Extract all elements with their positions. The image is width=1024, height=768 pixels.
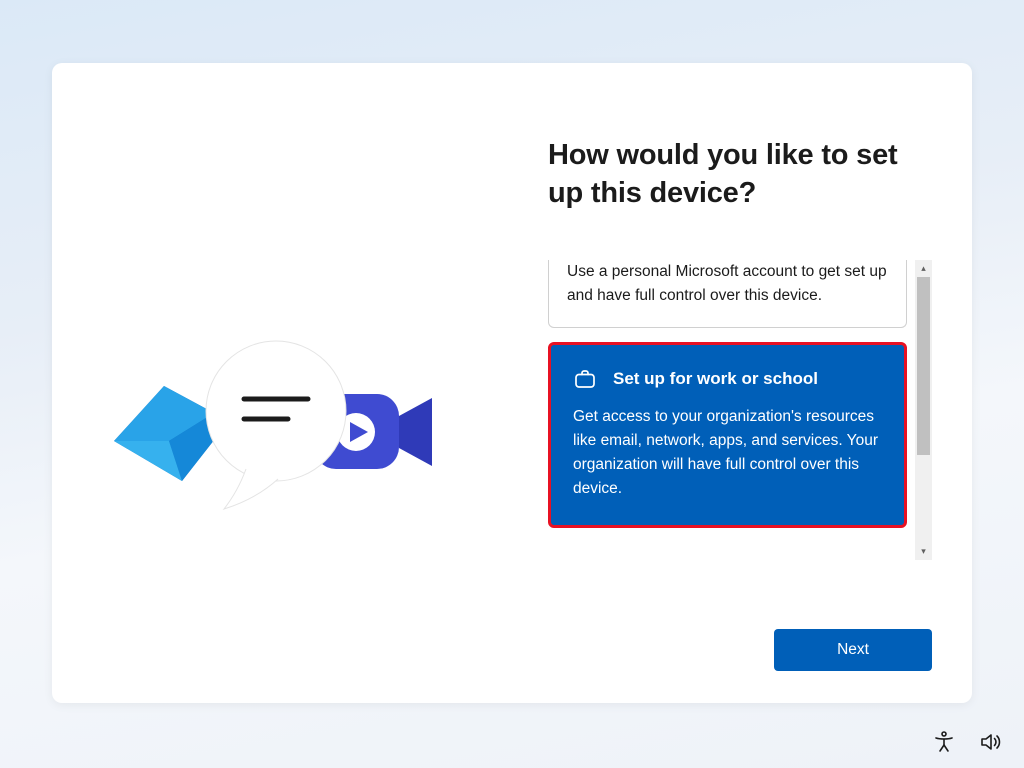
setup-card: How would you like to set up this device… — [52, 63, 972, 703]
oobe-illustration — [114, 331, 444, 531]
next-button[interactable]: Next — [774, 629, 932, 671]
option-work-school[interactable]: Set up for work or school Get access to … — [548, 342, 907, 528]
scroll-down-button[interactable]: ▾ — [915, 543, 932, 560]
accessibility-icon[interactable] — [932, 730, 956, 754]
option-work-header: Set up for work or school — [573, 367, 882, 391]
volume-icon[interactable] — [978, 730, 1002, 754]
scroll-up-button[interactable]: ▴ — [915, 260, 932, 277]
option-work-desc: Get access to your organization's resour… — [573, 405, 882, 501]
options-viewport: Use a personal Microsoft account to get … — [548, 260, 932, 560]
scroll-thumb[interactable] — [917, 277, 930, 455]
illustration-pane — [52, 63, 512, 703]
page-title: How would you like to set up this device… — [548, 137, 932, 212]
content-pane: How would you like to set up this device… — [512, 63, 972, 703]
option-personal-use[interactable]: Use a personal Microsoft account to get … — [548, 260, 907, 328]
option-work-title: Set up for work or school — [613, 369, 818, 389]
options-scrollbar[interactable]: ▴ ▾ — [915, 260, 932, 560]
options-list: Use a personal Microsoft account to get … — [548, 260, 907, 560]
option-personal-desc: Use a personal Microsoft account to get … — [567, 260, 888, 307]
briefcase-icon — [573, 367, 597, 391]
system-tray — [932, 730, 1002, 754]
